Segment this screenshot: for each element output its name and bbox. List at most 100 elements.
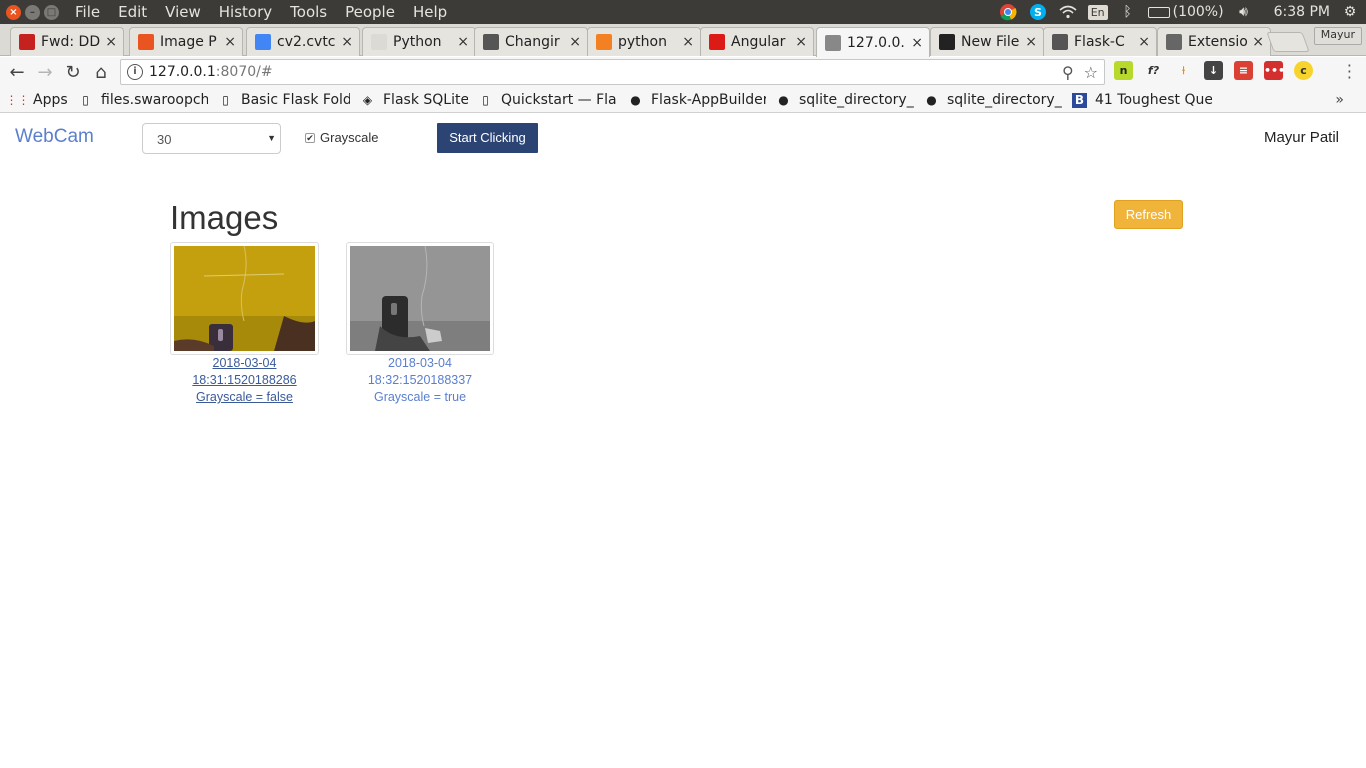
close-window-icon[interactable]: ×	[6, 4, 21, 20]
reload-icon[interactable]: ↻	[62, 62, 84, 84]
bookmark-item[interactable]: B 41 Toughest Que	[1072, 92, 1212, 108]
keyboard-layout[interactable]: En	[1087, 4, 1108, 20]
image-time[interactable]: 18:32:1520188337	[346, 372, 494, 389]
image-grayscale-flag[interactable]: Grayscale = true	[346, 389, 494, 406]
bookmark-label: Apps	[33, 92, 68, 108]
tab-close-icon[interactable]: ×	[105, 34, 117, 50]
menu-file[interactable]: File	[75, 3, 100, 21]
bookmark-item[interactable]: ◈ Flask SQLite	[360, 92, 468, 108]
bookmark-item[interactable]: ⋮⋮ Apps	[10, 92, 68, 108]
browser-tab[interactable]: Python ×	[362, 27, 476, 56]
browser-tab[interactable]: Image P ×	[129, 27, 243, 56]
chrome-icon[interactable]	[998, 2, 1018, 22]
tab-close-icon[interactable]: ×	[457, 34, 469, 50]
google-icon	[255, 34, 271, 50]
grayscale-checkbox[interactable]: ✔	[305, 132, 315, 143]
menu-view[interactable]: View	[165, 3, 201, 21]
browser-tab-strip: Fwd: DD × Image P × cv2.cvtc × Python × Changir ×…	[0, 24, 1366, 57]
system-tray: S En ᛒ (100%) 🔊︎ 6:38 PM ⚙	[998, 0, 1360, 24]
webcam-photo-gray	[350, 246, 490, 351]
tab-close-icon[interactable]: ×	[911, 35, 923, 51]
tab-close-icon[interactable]: ×	[795, 34, 807, 50]
bookmark-item[interactable]: ● sqlite_directory_	[776, 92, 914, 108]
skype-icon[interactable]: S	[1028, 2, 1048, 22]
bookmark-item[interactable]: ▯ Basic Flask Folde	[218, 92, 350, 108]
clock[interactable]: 6:38 PM	[1274, 4, 1330, 20]
browser-tab[interactable]: python ×	[587, 27, 701, 56]
bluetooth-icon[interactable]: ᛒ	[1118, 2, 1138, 22]
image-thumbnail-card[interactable]	[170, 242, 319, 355]
menu-history[interactable]: History	[219, 3, 272, 21]
tab-close-icon[interactable]: ×	[1138, 34, 1150, 50]
bookmark-item[interactable]: ▯ files.swaroopch	[78, 92, 208, 108]
image-grayscale-flag[interactable]: Grayscale = false	[170, 389, 319, 406]
bookmark-item[interactable]: ● sqlite_directory_	[924, 92, 1062, 108]
address-bar[interactable]: i 127.0.0.1:8070/# ⚲ ☆	[120, 59, 1105, 85]
grayscale-label: Grayscale	[320, 130, 379, 145]
start-clicking-button[interactable]: Start Clicking	[437, 123, 538, 153]
back-arrow-icon[interactable]: ←	[6, 62, 28, 84]
image-caption[interactable]: 2018-03-04 18:31:1520188286 Grayscale = …	[170, 355, 319, 406]
tab-close-icon[interactable]: ×	[341, 34, 353, 50]
brand-logo[interactable]: WebCam	[15, 126, 94, 148]
home-icon[interactable]: ⌂	[90, 62, 112, 84]
bookmark-label: Basic Flask Folde	[241, 92, 350, 108]
browser-tab[interactable]: New File ×	[930, 27, 1044, 56]
bookmarks-overflow-icon[interactable]: »	[1335, 92, 1344, 108]
browser-tab[interactable]: Extensio ×	[1157, 27, 1271, 56]
browser-tab[interactable]: Angular ×	[700, 27, 814, 56]
new-tab-button[interactable]	[1266, 32, 1310, 52]
bookmark-star-icon[interactable]: ☆	[1084, 63, 1098, 82]
tab-close-icon[interactable]: ×	[224, 34, 236, 50]
browser-tab[interactable]: cv2.cvtc ×	[246, 27, 360, 56]
url-rest: :8070/#	[215, 64, 273, 80]
ext-f-icon[interactable]: f?	[1144, 61, 1163, 80]
github-icon	[939, 34, 955, 50]
bookmark-item[interactable]: ● Flask-AppBuilder	[628, 92, 766, 108]
ext-ruler-icon[interactable]: ⟊	[1174, 61, 1193, 80]
browser-menu-icon[interactable]: · · ·	[1347, 58, 1352, 86]
wifi-icon[interactable]	[1058, 2, 1078, 22]
image-thumbnail-card[interactable]	[346, 242, 494, 355]
zoom-icon[interactable]: ⚲	[1062, 63, 1074, 82]
browser-toolbar: ← → ↻ ⌂ i 127.0.0.1:8070/# ⚲ ☆ n f? ⟊ ↓ …	[0, 57, 1366, 88]
webcam-image-grayscale[interactable]	[350, 246, 490, 351]
image-date[interactable]: 2018-03-04	[170, 355, 319, 372]
bookmark-item[interactable]: ▯ Quickstart — Fla	[478, 92, 618, 108]
menu-people[interactable]: People	[345, 3, 395, 21]
webcam-image-color[interactable]	[174, 246, 315, 351]
tab-close-icon[interactable]: ×	[682, 34, 694, 50]
menu-edit[interactable]: Edit	[118, 3, 147, 21]
forward-arrow-icon[interactable]: →	[34, 62, 56, 84]
image-caption[interactable]: 2018-03-04 18:32:1520188337 Grayscale = …	[346, 355, 494, 406]
tab-close-icon[interactable]: ×	[1252, 34, 1264, 50]
ext-n-icon[interactable]: n	[1114, 61, 1133, 80]
browser-tab[interactable]: 127.0.0. ×	[816, 27, 930, 57]
b-icon: B	[1072, 92, 1087, 108]
doc-icon	[483, 34, 499, 50]
refresh-button[interactable]: Refresh	[1114, 200, 1183, 229]
user-name[interactable]: Mayur Patil	[1264, 129, 1339, 146]
grayscale-toggle[interactable]: ✔ Grayscale	[305, 130, 379, 145]
image-time[interactable]: 18:31:1520188286	[170, 372, 319, 389]
ext-todoist-icon[interactable]: ≡	[1234, 61, 1253, 80]
tab-close-icon[interactable]: ×	[569, 34, 581, 50]
battery-indicator[interactable]: (100%)	[1147, 4, 1224, 20]
settings-gear-icon[interactable]: ⚙	[1340, 2, 1360, 22]
tab-close-icon[interactable]: ×	[1025, 34, 1037, 50]
ext-dots-icon[interactable]: •••	[1264, 61, 1285, 80]
menu-help[interactable]: Help	[413, 3, 447, 21]
browser-tab[interactable]: Changir ×	[474, 27, 588, 56]
image-date[interactable]: 2018-03-04	[346, 355, 494, 372]
menu-tools[interactable]: Tools	[290, 3, 327, 21]
profile-button[interactable]: Mayur	[1313, 27, 1362, 45]
maximize-window-icon[interactable]: □	[44, 4, 59, 20]
minimize-window-icon[interactable]: –	[25, 4, 40, 20]
ext-download-icon[interactable]: ↓	[1204, 61, 1223, 80]
interval-select[interactable]: 30 ▼	[142, 123, 281, 154]
browser-tab[interactable]: Fwd: DD ×	[10, 27, 124, 56]
browser-tab[interactable]: Flask-C ×	[1043, 27, 1157, 56]
site-info-icon[interactable]: i	[127, 64, 143, 80]
ext-moon-icon[interactable]: c	[1294, 61, 1313, 80]
volume-icon[interactable]: 🔊︎	[1234, 2, 1254, 22]
